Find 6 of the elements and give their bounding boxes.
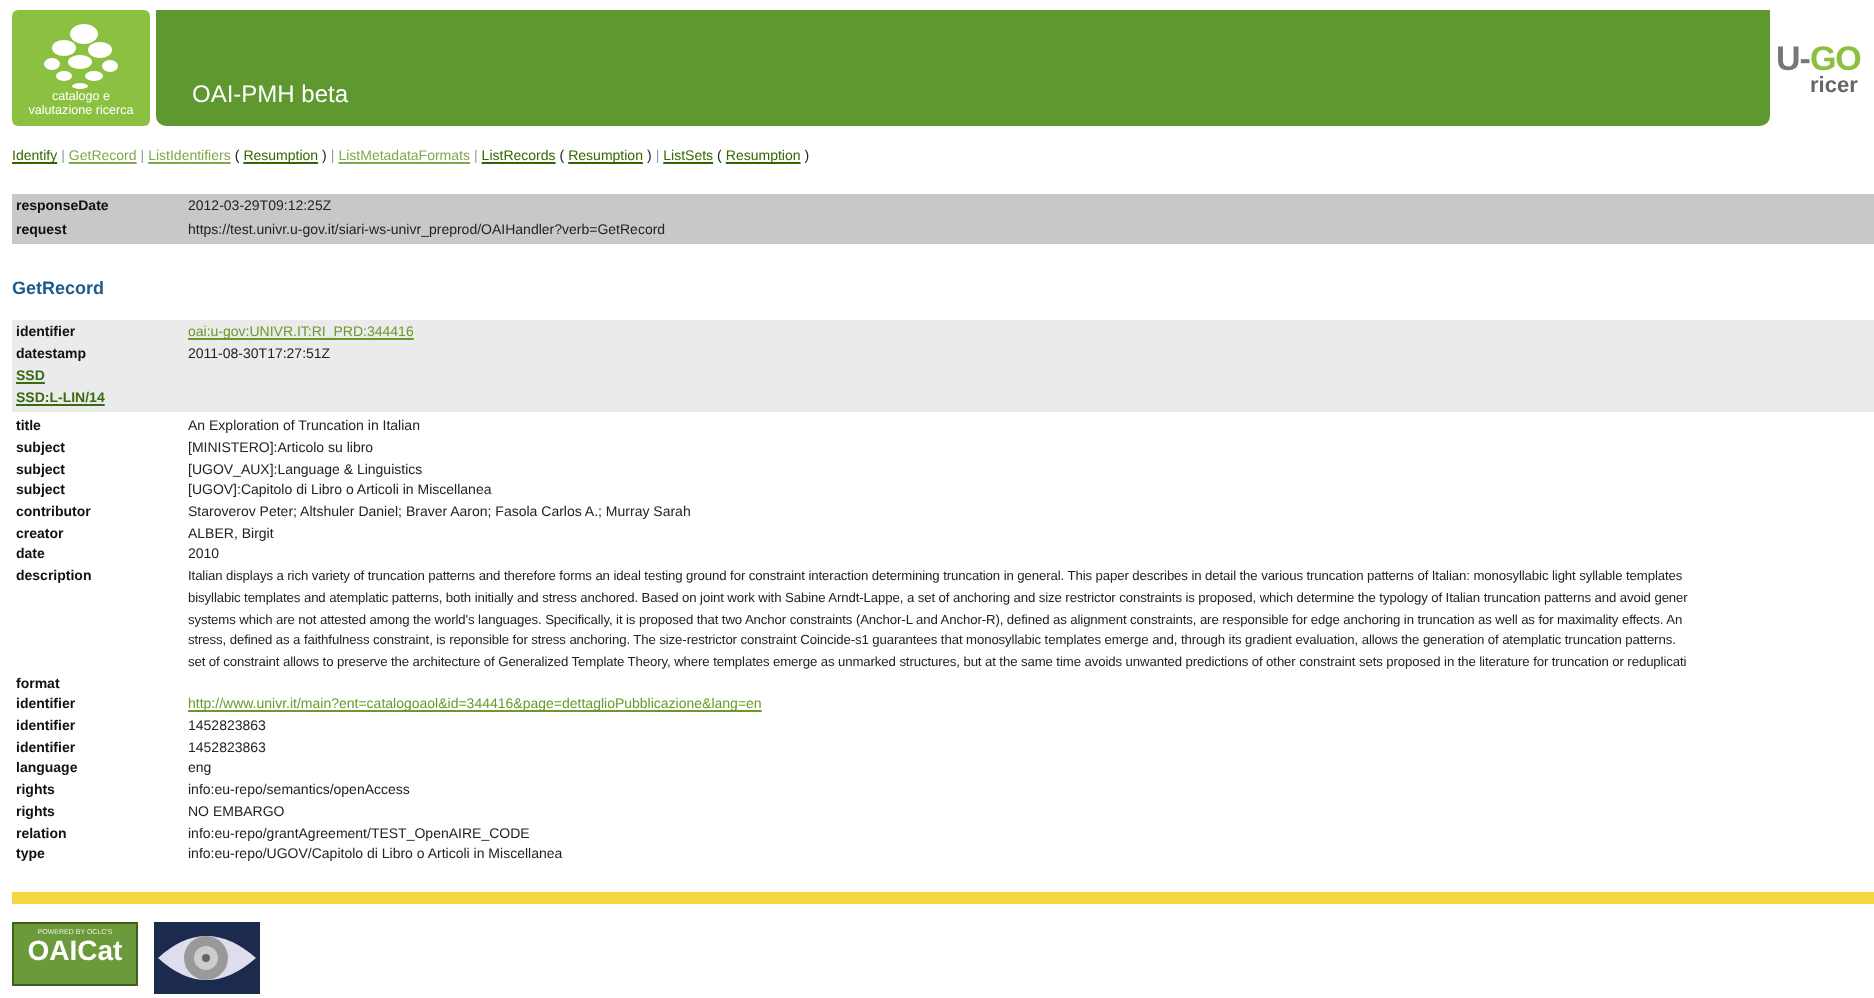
brand-logo: U-GO xyxy=(1776,42,1863,76)
page-title: OAI-PMH beta xyxy=(192,80,349,108)
section-heading: GetRecord xyxy=(12,278,107,299)
ellipses-icon xyxy=(39,21,123,90)
eye-icon[interactable] xyxy=(154,921,260,994)
brand-subtitle: ricer xyxy=(1808,76,1860,98)
